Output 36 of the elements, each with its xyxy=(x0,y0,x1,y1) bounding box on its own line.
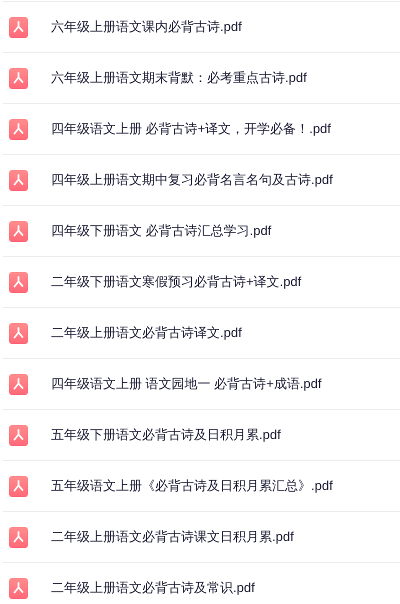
file-name: 五年级语文上册《必背古诗及日积月累汇总》.pdf xyxy=(51,477,333,496)
file-row[interactable]: 六年级上册语文期末背默：必考重点古诗.pdf xyxy=(3,52,400,103)
pdf-file-icon xyxy=(9,220,28,242)
pdf-file-icon xyxy=(9,272,28,292)
file-row[interactable]: 二年级上册语文必背古诗及常识.pdf xyxy=(3,562,400,604)
file-name: 四年级下册语文 必背古诗汇总学习.pdf xyxy=(51,222,272,240)
pdf-file-icon xyxy=(9,16,28,38)
pdf-file-icon xyxy=(9,118,28,140)
file-row[interactable]: 二年级上册语文必背古诗课文日积月累.pdf xyxy=(3,511,400,562)
file-row[interactable]: 五年级语文上册《必背古诗及日积月累汇总》.pdf xyxy=(3,460,400,511)
pdf-file-icon xyxy=(9,68,28,88)
file-name: 二年级上册语文必背古诗课文日积月累.pdf xyxy=(51,528,294,546)
file-name: 五年级下册语文必背古诗及日积月累.pdf xyxy=(51,426,281,444)
pdf-file-icon xyxy=(9,170,28,190)
file-name: 六年级上册语文期末背默：必考重点古诗.pdf xyxy=(51,69,307,88)
file-row[interactable]: 四年级下册语文 必背古诗汇总学习.pdf xyxy=(3,205,400,256)
file-name: 二年级上册语文必背古诗及常识.pdf xyxy=(51,579,255,598)
file-row[interactable]: 六年级上册语文课内必背古诗.pdf xyxy=(3,1,400,52)
file-name: 四年级上册语文期中复习必背名言名句及古诗.pdf xyxy=(51,171,333,190)
file-row[interactable]: 四年级语文上册 必背古诗+译文，开学必备！.pdf xyxy=(3,103,400,154)
pdf-file-icon xyxy=(9,526,28,548)
file-name: 六年级上册语文课内必背古诗.pdf xyxy=(51,18,242,36)
file-row[interactable]: 四年级上册语文期中复习必背名言名句及古诗.pdf xyxy=(3,154,400,205)
file-row[interactable]: 五年级下册语文必背古诗及日积月累.pdf xyxy=(3,409,400,460)
pdf-file-icon xyxy=(9,578,28,598)
file-name: 二年级下册语文寒假预习必背古诗+译文.pdf xyxy=(51,273,302,292)
pdf-file-icon xyxy=(9,322,28,344)
file-name: 二年级上册语文必背古诗译文.pdf xyxy=(51,324,242,342)
pdf-file-icon xyxy=(9,424,28,446)
file-row[interactable]: 二年级下册语文寒假预习必背古诗+译文.pdf xyxy=(3,256,400,307)
pdf-file-icon xyxy=(9,476,28,496)
file-row[interactable]: 四年级语文上册 语文园地一 必背古诗+成语.pdf xyxy=(3,358,400,409)
file-name: 四年级语文上册 必背古诗+译文，开学必备！.pdf xyxy=(51,120,331,138)
file-name: 四年级语文上册 语文园地一 必背古诗+成语.pdf xyxy=(51,375,322,394)
pdf-file-icon xyxy=(9,374,28,394)
file-row[interactable]: 二年级上册语文必背古诗译文.pdf xyxy=(3,307,400,358)
